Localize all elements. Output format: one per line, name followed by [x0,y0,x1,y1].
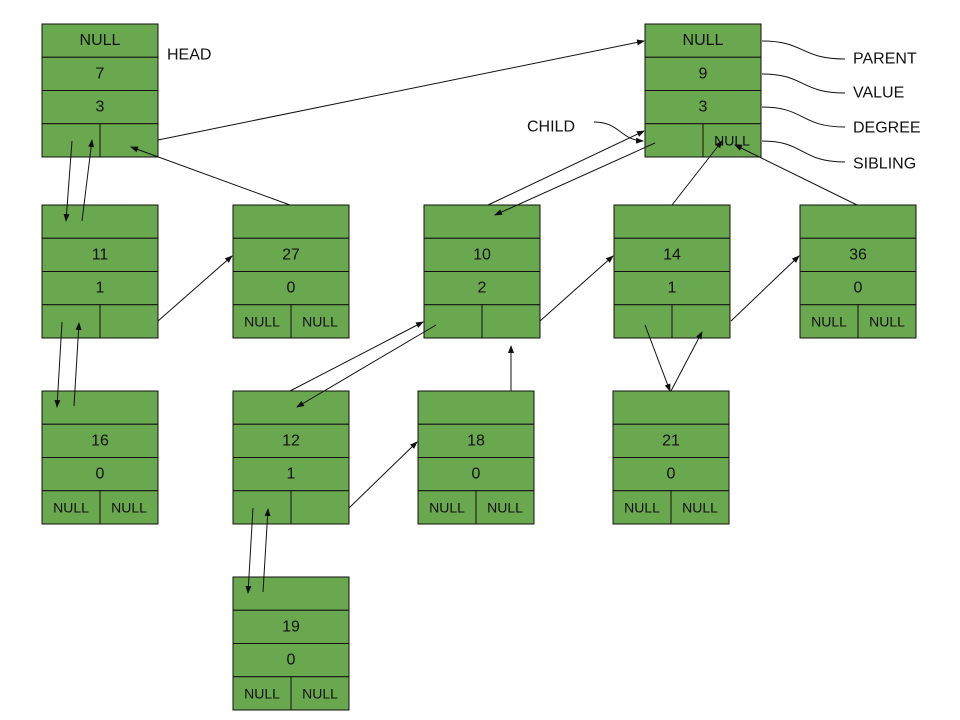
degree-text: 0 [854,280,863,297]
pointer-arrow [487,130,645,206]
heap-node-18: 18 0 NULL NULL [417,390,535,525]
child-pointer-text: NULL [811,313,847,329]
heap-node-21: 21 0 NULL NULL [612,390,730,525]
heap-node-14: 14 1 [613,204,731,339]
child-pointer-text: NULL [429,499,465,515]
value-label: VALUE [853,85,904,102]
sibling-pointer-text: NULL [302,313,338,329]
sibling-pointer-text: NULL [487,499,523,515]
sibling-label: SIBLING [853,156,916,173]
pointer-arrow [494,142,656,216]
degree-text: 0 [472,466,481,483]
heap-node-12: 12 1 [232,390,350,525]
degree-text: 3 [96,99,105,116]
parent-cell [41,204,159,239]
value-text: 9 [699,65,708,82]
pointer-arrow [157,255,233,322]
child-pointer-cell [613,304,673,339]
heap-node-10: 10 2 [423,204,541,339]
sibling-pointer-text: NULL [682,499,718,515]
sibling-pointer-cell [290,490,350,525]
sibling-callout-line [761,140,846,163]
degree-text: 0 [96,466,105,483]
child-pointer-text: NULL [244,313,280,329]
sibling-pointer-text: NULL [869,313,905,329]
parent-text: NULL [683,32,724,49]
parent-callout-line [761,40,846,60]
degree-text: 1 [96,280,105,297]
value-text: 10 [473,246,491,263]
child-pointer-cell [423,304,483,339]
pointer-arrow [539,255,614,322]
parent-cell [232,576,350,611]
heap-node-16: 16 0 NULL NULL [41,390,159,525]
binomial-heap-diagram: NULL73NULL93NULL111270NULL NULL102141360N… [41,23,921,711]
heap-node-36: 36 0 NULL NULL [799,204,917,339]
parent-cell [232,204,350,239]
child-pointer-text: NULL [53,499,89,515]
parent-cell [41,390,159,425]
sibling-pointer-text: NULL [714,132,750,148]
degree-text: 0 [287,280,296,297]
child-pointer-text: NULL [624,499,660,515]
heap-node-11: 111 [41,204,159,339]
degree-label: DEGREE [853,120,921,137]
child-callout-line [593,121,644,144]
parent-cell [417,390,535,425]
sibling-pointer-cell [99,123,159,158]
value-text: 7 [96,65,105,82]
pointer-arrow [734,144,858,206]
parent-cell [799,204,917,239]
degree-text: 1 [287,466,296,483]
degree-callout-line [761,106,846,128]
parent-cell [612,390,730,425]
heap-node-19: 19 0 NULL NULL [232,576,350,711]
value-callout-line [761,73,846,94]
value-text: 27 [282,246,300,263]
value-text: 16 [91,432,109,449]
pointer-arrow [348,441,418,509]
degree-text: 1 [668,280,677,297]
pointer-arrow [130,146,291,206]
sibling-pointer-cell [99,304,159,339]
value-text: 12 [282,432,300,449]
sibling-pointer-text: NULL [302,685,338,701]
value-text: 18 [467,432,485,449]
parent-cell [613,204,731,239]
value-text: 36 [849,246,867,263]
head-label: HEAD [167,47,211,64]
heap-node-27: 27 0 NULL NULL [232,204,350,339]
degree-text: 0 [667,466,676,483]
pointer-arrow [670,331,703,392]
parent-cell [232,390,350,425]
value-text: 14 [663,246,681,263]
child-pointer-cell [41,304,101,339]
heap-node-9: NULL 9 3 NULL [644,23,762,158]
child-label: CHILD [527,119,575,136]
child-pointer-cell [644,123,704,158]
pointer-arrow [730,255,800,322]
parent-text: NULL [80,32,121,49]
value-text: 19 [282,618,300,635]
value-text: 11 [92,246,109,263]
child-pointer-cell [232,490,292,525]
sibling-pointer-text: NULL [111,499,147,515]
degree-text: 2 [478,280,487,297]
degree-text: 3 [699,99,708,116]
degree-text: 0 [287,652,296,669]
child-pointer-text: NULL [244,685,280,701]
parent-cell [423,204,541,239]
sibling-pointer-cell [481,304,541,339]
value-text: 21 [662,432,680,449]
heap-node-7: NULL 7 3 [41,23,159,158]
parent-label: PARENT [853,51,917,68]
